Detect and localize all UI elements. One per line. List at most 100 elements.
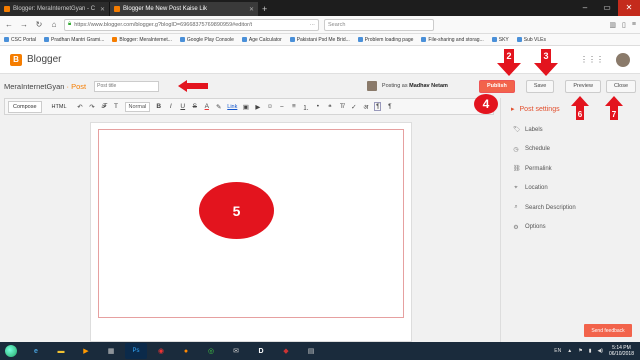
bullet-list-icon[interactable]: • [314,103,321,110]
link-button[interactable]: Link [227,104,237,110]
clear-format-icon[interactable]: T̸ [338,103,345,110]
file-explorer-icon[interactable]: ▬ [50,343,72,359]
language-indicator[interactable]: EN [554,348,561,354]
blogger-favicon-icon [114,6,120,12]
chrome-icon[interactable]: ◎ [200,343,222,359]
rtl-icon[interactable]: ¶ [386,103,393,110]
underline-icon[interactable]: U [179,103,186,110]
bookmark-item[interactable]: Pakistani Psd Me Brid... [289,37,350,43]
browser-toolbar-icons: ▥ ▯ ≡ [609,21,636,29]
annotation-marker-7: 7 [605,96,623,120]
bold-icon[interactable]: B [155,103,162,110]
tab-blogger-dashboard[interactable]: Blogger: MeraInternetGyan - C ✕ [0,2,110,16]
bookmark-icon [289,37,295,42]
avatar[interactable] [616,52,630,67]
photoshop-icon[interactable]: Ps [125,343,147,359]
bookmark-item[interactable]: Blogger: MeraInternet... [112,37,172,43]
publish-button[interactable]: Publish [478,79,515,93]
bookmark-item[interactable]: CSC Portal [4,37,36,43]
settings-item-label: Location [525,185,548,192]
settings-item-location[interactable]: ⌖ Location [501,179,640,199]
quote-icon[interactable]: ❝ [326,103,333,111]
back-icon[interactable]: ← [4,20,14,29]
maximize-icon[interactable]: ▭ [596,0,618,16]
start-button[interactable] [0,342,22,360]
apps-grid-icon[interactable]: ⋮⋮⋮ [580,55,604,64]
undo-icon[interactable]: ↶ [77,103,84,111]
sidebar-icon[interactable]: ▯ [622,21,626,29]
internet-explorer-icon[interactable]: e [25,343,47,359]
bookmark-item[interactable]: File-sharing and storag... [421,37,484,43]
minimize-icon[interactable]: – [574,0,596,16]
emoji-icon[interactable]: ☺ [266,103,274,110]
close-button[interactable]: Close [605,79,636,93]
settings-item-permalink[interactable]: ⛓︎ Permalink [501,159,640,179]
app-icon[interactable]: ✉ [225,343,247,359]
save-button[interactable]: Save [525,79,555,93]
ltr-icon[interactable]: ¶ [374,102,382,111]
bookmark-item[interactable]: Problem loading page [357,37,413,43]
library-icon[interactable]: ▥ [609,21,616,29]
format-select[interactable]: Normal [124,101,151,112]
app-icon[interactable]: ▦ [100,343,122,359]
bookmark-label: Sub VLEs [523,36,546,43]
firefox-icon[interactable]: ● [175,343,197,359]
highlight-icon[interactable]: ✎ [215,103,222,111]
app-icon[interactable]: ◆ [275,343,297,359]
window-controls: – ▭ ✕ [574,0,640,16]
clock[interactable]: 5:14 PM 06/10/2018 [609,345,634,357]
font-size-icon[interactable]: T [113,103,120,110]
italic-icon[interactable]: I [167,103,174,110]
tab-blogger-article[interactable]: Blogger Me New Post Kaise Lik ✕ [110,2,258,16]
image-icon[interactable]: ▣ [242,103,249,111]
search-bar[interactable]: Search [324,18,434,31]
blogger-logo-icon[interactable]: B [10,53,22,66]
new-tab-icon[interactable]: + [262,2,267,16]
preview-button[interactable]: Preview [565,79,601,93]
app-icon[interactable]: ◉ [150,343,172,359]
settings-item-options[interactable]: ⚙ Options [501,218,640,238]
brand-name[interactable]: Blogger [27,54,61,65]
home-icon[interactable]: ⌂ [49,20,59,29]
address-bar[interactable]: 🔒︎ https://www.blogger.com/blogger.g?blo… [64,18,319,31]
close-tab-icon[interactable]: ✕ [249,6,254,13]
settings-item-schedule[interactable]: ◷ Schedule [501,140,640,160]
flag-icon[interactable]: ⚑ [578,348,582,354]
jump-break-icon[interactable]: ⎯ [278,103,285,111]
reload-icon[interactable]: ↻ [34,20,44,29]
close-window-icon[interactable]: ✕ [618,0,640,16]
media-player-icon[interactable]: ▶ [75,343,97,359]
tab-compose[interactable]: Compose [8,100,42,113]
show-hidden-icons-icon[interactable]: ▲ [567,348,572,354]
strikethrough-icon[interactable]: S [191,103,198,110]
tab-html[interactable]: HTML [47,101,72,113]
more-icon[interactable]: ··· [310,22,316,28]
redo-icon[interactable]: ↷ [89,103,96,111]
bookmark-item[interactable]: Google Play Console [179,37,234,43]
post-title-input[interactable] [94,80,160,92]
app-icon[interactable]: D [250,343,272,359]
annotation-marker-3: 3 [534,49,558,76]
menu-icon[interactable]: ≡ [632,21,636,29]
bookmark-item[interactable]: Sub VLEs [516,36,546,43]
avatar [366,81,377,91]
input-tools-icon[interactable]: अ [362,102,369,111]
bookmark-item[interactable]: Pradhan Mantri Grami... [44,37,104,43]
font-family-icon[interactable]: 𝓕 [101,103,108,111]
settings-item-search-description[interactable]: ⌕ Search Description [501,198,640,218]
bookmark-item[interactable]: Age Calculator [241,37,282,43]
settings-item-labels[interactable]: 🏷︎ Labels [501,120,640,140]
numbered-list-icon[interactable]: ⒈ [302,102,310,112]
video-icon[interactable]: ▶ [254,103,261,111]
text-color-icon[interactable]: A [203,103,210,110]
send-feedback-button[interactable]: Send feedback [584,324,632,337]
bookmark-item[interactable]: SKY [491,37,509,43]
app-icon[interactable]: ▤ [300,343,322,359]
align-icon[interactable]: ≡ [290,103,297,110]
forward-icon[interactable]: → [19,20,29,29]
close-tab-icon[interactable]: ✕ [100,6,105,13]
volume-icon[interactable]: ◀) [597,348,603,354]
network-icon[interactable]: ▮ [589,348,592,354]
windows-logo-icon [5,345,17,357]
spellcheck-icon[interactable]: ✓ [350,103,357,111]
